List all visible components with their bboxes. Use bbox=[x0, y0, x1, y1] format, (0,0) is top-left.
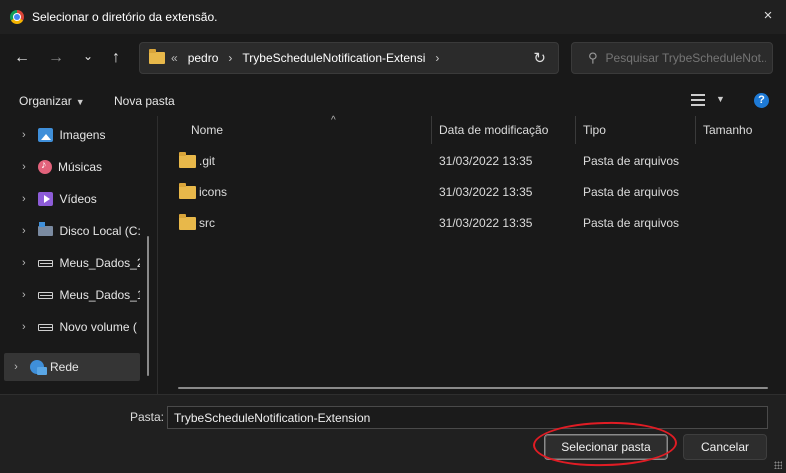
forward-arrow-icon[interactable]: → bbox=[46, 48, 66, 68]
sidebar-item-disco-local[interactable]: › Disco Local (C:) bbox=[4, 217, 140, 245]
sidebar-item-label: Disco Local (C:) bbox=[59, 224, 140, 238]
sidebar-item-label: Meus_Dados_1T bbox=[59, 288, 140, 302]
close-button[interactable]: × bbox=[760, 8, 776, 24]
file-modified: 31/03/2022 13:35 bbox=[439, 154, 533, 168]
navigation-bar: ← → ⌄ ↑ « pedro › TrybeScheduleNotificat… bbox=[0, 34, 786, 84]
sidebar-item-meus-dados-1t[interactable]: › Meus_Dados_1T bbox=[4, 281, 140, 309]
caret-down-icon: ▼ bbox=[75, 97, 85, 107]
address-bar[interactable]: « pedro › TrybeScheduleNotification-Exte… bbox=[139, 42, 559, 74]
chevron-right-icon[interactable]: › bbox=[16, 225, 32, 237]
sidebar-item-imagens[interactable]: › Imagens bbox=[4, 121, 140, 149]
chevron-right-icon[interactable]: › bbox=[16, 257, 32, 269]
cancel-button[interactable]: Cancelar bbox=[683, 434, 767, 460]
sidebar-item-videos[interactable]: › Vídeos bbox=[4, 185, 140, 213]
sidebar-item-meus-dados-2t[interactable]: › Meus_Dados_2T bbox=[4, 249, 140, 277]
navigation-pane: › Imagens › Músicas › Vídeos › Disco Loc… bbox=[0, 116, 157, 394]
file-type: Pasta de arquivos bbox=[583, 185, 680, 199]
drive-icon bbox=[37, 323, 54, 331]
music-icon bbox=[38, 159, 52, 174]
folder-icon bbox=[179, 182, 196, 199]
folder-label: Pasta: bbox=[130, 410, 165, 424]
sort-up-icon: ^ bbox=[331, 115, 336, 126]
recent-locations-chevron-icon[interactable]: ⌄ bbox=[78, 46, 98, 66]
images-icon bbox=[37, 128, 54, 142]
title-bar: Selecionar o diretório da extensão. × bbox=[0, 0, 786, 34]
column-header-name[interactable]: Nome ^ bbox=[185, 115, 432, 144]
refresh-icon[interactable]: ↻ bbox=[533, 49, 546, 67]
up-arrow-icon[interactable]: ↑ bbox=[106, 48, 126, 68]
file-type: Pasta de arquivos bbox=[583, 216, 680, 230]
horizontal-scrollbar[interactable] bbox=[178, 387, 768, 389]
back-arrow-icon[interactable]: ← bbox=[12, 48, 32, 68]
sidebar-item-musicas[interactable]: › Músicas bbox=[4, 153, 140, 181]
resize-grip-icon[interactable] bbox=[774, 461, 782, 469]
table-row[interactable]: src 31/03/2022 13:35 Pasta de arquivos bbox=[174, 209, 774, 237]
local-disk-icon bbox=[37, 222, 54, 236]
table-row[interactable]: .git 31/03/2022 13:35 Pasta de arquivos bbox=[174, 147, 774, 175]
chevron-right-icon[interactable]: › bbox=[16, 193, 32, 205]
sidebar-item-label: Novo volume ( bbox=[59, 320, 137, 334]
chevron-right-icon[interactable]: › bbox=[16, 129, 32, 141]
search-box[interactable]: ⚲ bbox=[571, 42, 773, 74]
drive-icon bbox=[37, 259, 54, 267]
file-modified: 31/03/2022 13:35 bbox=[439, 216, 533, 230]
table-row[interactable]: icons 31/03/2022 13:35 Pasta de arquivos bbox=[174, 178, 774, 206]
breadcrumb-current-folder[interactable]: TrybeScheduleNotification-Extensi bbox=[242, 51, 425, 65]
new-folder-button[interactable]: Nova pasta bbox=[114, 94, 175, 108]
network-icon bbox=[30, 360, 47, 375]
sidebar-scrollbar[interactable] bbox=[147, 236, 149, 376]
chevron-right-icon[interactable]: › bbox=[16, 289, 32, 301]
folder-icon bbox=[179, 213, 196, 230]
view-options-icon[interactable] bbox=[691, 94, 705, 106]
file-list: Nome ^ Data de modificação Tipo Tamanho .… bbox=[158, 115, 786, 394]
chevron-right-icon[interactable]: › bbox=[16, 321, 32, 333]
organize-menu[interactable]: Organizar ▼ bbox=[19, 94, 85, 108]
folder-name-input[interactable] bbox=[167, 406, 768, 429]
chrome-icon bbox=[10, 10, 24, 24]
file-type: Pasta de arquivos bbox=[583, 154, 680, 168]
breadcrumb-separator-icon[interactable]: › bbox=[228, 51, 232, 65]
organize-label: Organizar bbox=[19, 94, 72, 108]
folder-icon bbox=[179, 151, 196, 168]
breadcrumb-pedro[interactable]: pedro bbox=[188, 51, 219, 65]
sidebar-item-label: Imagens bbox=[59, 128, 106, 142]
sidebar-item-label: Rede bbox=[50, 360, 79, 374]
window-title: Selecionar o diretório da extensão. bbox=[32, 10, 218, 24]
sidebar-item-label: Músicas bbox=[58, 160, 103, 174]
file-name: icons bbox=[199, 185, 228, 199]
folder-icon bbox=[149, 49, 165, 64]
chevron-right-icon[interactable]: › bbox=[16, 161, 32, 173]
dialog-footer: Pasta: Selecionar pasta Cancelar bbox=[0, 394, 786, 473]
drive-icon bbox=[37, 291, 54, 299]
chevron-right-icon[interactable]: › bbox=[8, 361, 24, 373]
search-icon: ⚲ bbox=[588, 50, 598, 65]
sidebar-item-label: Vídeos bbox=[59, 192, 97, 206]
videos-icon bbox=[37, 192, 54, 206]
help-icon[interactable]: ? bbox=[754, 93, 769, 108]
sidebar-item-novo-volume[interactable]: › Novo volume ( bbox=[4, 313, 140, 341]
column-header-modified[interactable]: Data de modificação bbox=[433, 116, 576, 144]
sidebar-item-label: Meus_Dados_2T bbox=[59, 256, 140, 270]
column-header-label: Nome bbox=[191, 123, 224, 137]
file-name: src bbox=[199, 216, 215, 230]
column-header-type[interactable]: Tipo bbox=[577, 116, 696, 144]
breadcrumb-separator-icon[interactable]: › bbox=[435, 51, 439, 65]
column-header-size[interactable]: Tamanho bbox=[697, 116, 777, 144]
command-bar: Organizar ▼ Nova pasta ▼ ? bbox=[0, 84, 786, 116]
file-modified: 31/03/2022 13:35 bbox=[439, 185, 533, 199]
sidebar-item-rede[interactable]: › Rede bbox=[4, 353, 140, 381]
caret-down-icon[interactable]: ▼ bbox=[716, 94, 725, 104]
breadcrumb-overflow-icon[interactable]: « bbox=[171, 51, 178, 65]
file-name: .git bbox=[199, 154, 216, 168]
search-input[interactable] bbox=[605, 51, 766, 65]
